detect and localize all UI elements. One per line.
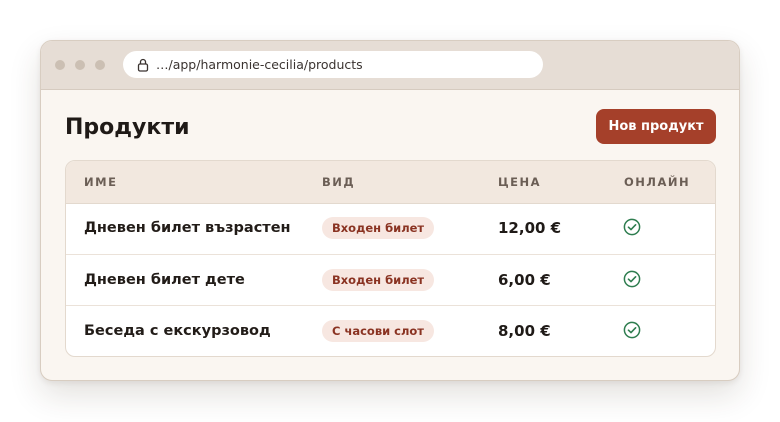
table-header: ИМЕ ВИД ЦЕНА ОНЛАЙН <box>66 161 715 204</box>
product-type-badge: Входен билет <box>322 217 435 239</box>
table-row[interactable]: Беседа с екскурзовод С часови слот 8,00 … <box>66 305 715 356</box>
window-close-dot[interactable] <box>55 60 65 70</box>
column-header-price[interactable]: ЦЕНА <box>498 175 541 189</box>
window-minimize-dot[interactable] <box>75 60 85 70</box>
check-circle-icon <box>623 270 641 288</box>
page-title: Продукти <box>65 115 190 140</box>
product-price: 8,00 € <box>498 322 551 340</box>
check-circle-icon <box>623 218 641 236</box>
column-header-name[interactable]: ИМЕ <box>84 175 117 189</box>
product-type-badge: Входен билет <box>322 269 435 291</box>
browser-titlebar: …/app/harmonie-cecilia/products <box>41 41 739 90</box>
url-text: …/app/harmonie-cecilia/products <box>156 57 363 72</box>
product-name: Дневен билет дете <box>84 272 245 288</box>
table-row[interactable]: Дневен билет възрастен Входен билет 12,0… <box>66 203 715 254</box>
products-table: ИМЕ ВИД ЦЕНА ОНЛАЙН Дневен билет възраст… <box>65 160 716 357</box>
product-name: Беседа с екскурзовод <box>84 323 271 339</box>
lock-icon <box>137 58 149 72</box>
browser-window: …/app/harmonie-cecilia/products Продукти… <box>40 40 740 381</box>
table-row[interactable]: Дневен билет дете Входен билет 6,00 € <box>66 254 715 306</box>
product-price: 6,00 € <box>498 271 551 289</box>
product-price: 12,00 € <box>498 219 562 237</box>
new-product-button[interactable]: Нов продукт <box>596 109 716 144</box>
check-circle-icon <box>623 321 641 339</box>
product-type-badge: С часови слот <box>322 320 434 342</box>
product-name: Дневен билет възрастен <box>84 220 291 236</box>
column-header-type[interactable]: ВИД <box>322 175 355 189</box>
address-bar[interactable]: …/app/harmonie-cecilia/products <box>123 51 543 78</box>
column-header-online[interactable]: ОНЛАЙН <box>624 175 690 189</box>
window-maximize-dot[interactable] <box>95 60 105 70</box>
